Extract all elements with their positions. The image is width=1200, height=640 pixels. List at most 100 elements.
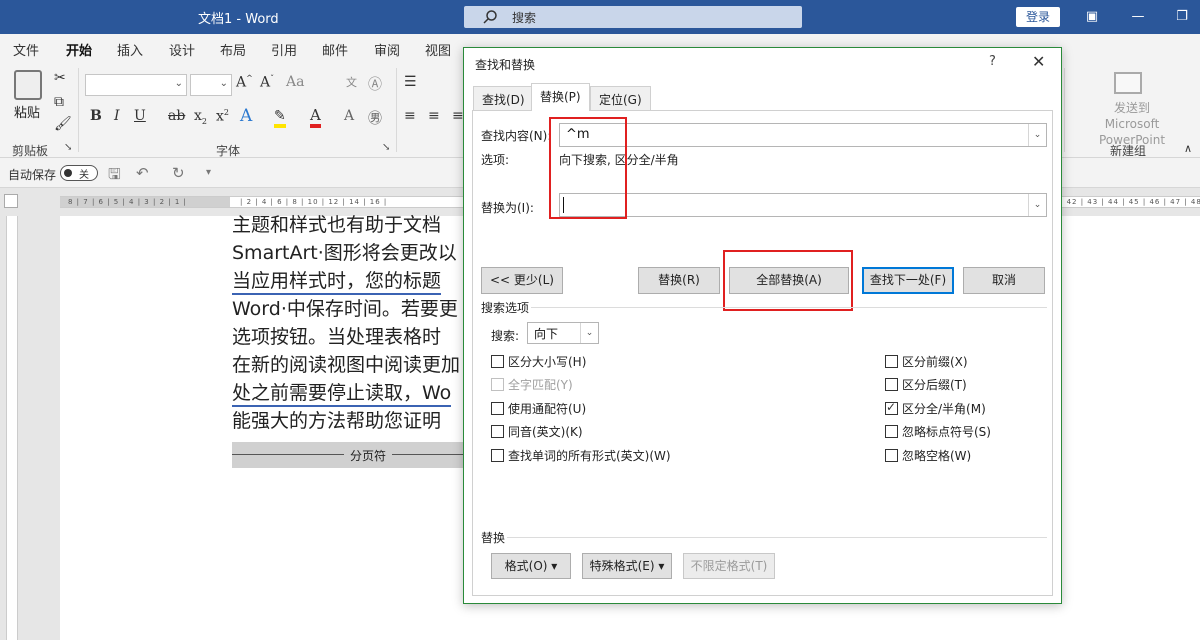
collapse-ribbon-icon[interactable]: ∧ [1184, 142, 1192, 155]
chevron-down-icon[interactable]: ⌄ [1028, 124, 1046, 146]
tab-selector[interactable] [4, 194, 18, 208]
phonetic-guide-icon[interactable]: 文 [346, 74, 357, 90]
doc-line: 当应用样式时，您的标题 [232, 266, 442, 295]
toggle-label: 关 [79, 170, 89, 181]
checkbox-box[interactable] [885, 355, 898, 368]
tab-view[interactable]: 视图 [425, 40, 451, 59]
tab-insert[interactable]: 插入 [117, 40, 143, 59]
highlight-box [549, 117, 627, 219]
align-center-icon[interactable]: ≡ [428, 108, 440, 124]
font-color-icon[interactable]: A [310, 106, 321, 128]
tab-references[interactable]: 引用 [271, 40, 297, 59]
font-launcher-icon[interactable]: ↘ [382, 142, 390, 153]
font-name-box[interactable]: ⌄ [85, 74, 187, 96]
checkbox-box[interactable] [491, 449, 504, 462]
subscript-icon[interactable]: x2 [194, 108, 207, 126]
ribbon-display-icon[interactable]: ▣ [1084, 9, 1100, 25]
bullets-icon[interactable]: ☰ [404, 74, 417, 90]
shrink-font-icon[interactable]: Aˇ [260, 74, 274, 91]
tab-goto[interactable]: 定位(G) [590, 86, 651, 111]
checkbox-ignore-punctuation[interactable]: 忽略标点符号(S) [885, 423, 991, 440]
tab-design[interactable]: 设计 [169, 40, 195, 59]
ruler-left-ticks: 8 | 7 | 6 | 5 | 4 | 3 | 2 | 1 | [68, 198, 187, 206]
checkbox-sounds-like[interactable]: 同音(英文)(K) [491, 423, 583, 440]
checkbox-box[interactable] [491, 355, 504, 368]
enclose-char-icon[interactable]: Ⓐ [368, 74, 382, 94]
tab-review[interactable]: 审阅 [374, 40, 400, 59]
strikethrough-icon[interactable]: ab [168, 108, 185, 124]
checkbox-box[interactable] [885, 425, 898, 438]
undo-icon[interactable]: ↶ [136, 164, 149, 182]
bold-icon[interactable]: B [90, 108, 102, 124]
login-button[interactable]: 登录 [1016, 7, 1060, 27]
checkbox-match-suffix[interactable]: 区分后缀(T) [885, 376, 967, 393]
italic-icon[interactable]: I [114, 108, 120, 124]
replace-input[interactable]: ⌄ [559, 193, 1047, 217]
superscript-icon[interactable]: x2 [216, 108, 229, 125]
text-effects-icon[interactable]: A [240, 106, 252, 126]
format-button[interactable]: 格式(O) ▾ [491, 553, 571, 579]
special-format-button[interactable]: 特殊格式(E) ▾ [582, 553, 672, 579]
checkbox-box[interactable]: ✓ [885, 400, 898, 415]
doc-line: SmartArt·图形将会更改以 [232, 242, 457, 264]
checkbox-ignore-whitespace[interactable]: 忽略空格(W) [885, 447, 971, 464]
format-painter-icon[interactable]: 🖌 [54, 116, 72, 132]
highlight-icon[interactable]: ✎ [274, 108, 286, 128]
tab-replace[interactable]: 替换(P) [531, 83, 590, 111]
minimize-icon[interactable]: — [1130, 9, 1146, 25]
close-icon[interactable]: ✕ [1032, 52, 1045, 71]
align-right-icon[interactable]: ≡ [452, 108, 464, 124]
font-size-box[interactable]: ⌄ [190, 74, 232, 96]
clipboard-launcher-icon[interactable]: ↘ [64, 142, 72, 153]
underline-icon[interactable]: U [134, 108, 146, 124]
checkbox-match-case[interactable]: 区分大小写(H) [491, 353, 586, 370]
checkbox-box[interactable] [885, 378, 898, 391]
tab-find[interactable]: 查找(D) [473, 86, 534, 111]
less-button[interactable]: << 更少(L) [481, 267, 563, 294]
help-icon[interactable]: ? [989, 54, 996, 69]
send-to-ppt-button[interactable]: 发送到 Microsoft PowerPoint [1070, 100, 1194, 148]
copy-icon[interactable]: ⧉ [54, 94, 64, 110]
char-border-icon[interactable]: ㊚ [368, 108, 382, 128]
find-input[interactable]: ^m ⌄ [559, 123, 1047, 147]
search-direction-select[interactable]: 向下 ⌄ [527, 322, 599, 344]
restore-icon[interactable]: ❐ [1174, 9, 1190, 25]
customize-qat-icon[interactable]: ▾ [206, 167, 211, 178]
change-case-icon[interactable]: Aa [286, 74, 304, 90]
checkbox-wildcards[interactable]: 使用通配符(U) [491, 400, 586, 417]
cut-icon[interactable]: ✂ [54, 70, 66, 86]
tab-home[interactable]: 开始 [66, 40, 93, 65]
clipboard-group-label: 剪贴板 [12, 144, 49, 158]
checkbox-box[interactable] [491, 425, 504, 438]
paste-icon[interactable] [14, 70, 42, 100]
chevron-down-icon[interactable]: ⌄ [1028, 194, 1046, 216]
tab-layout[interactable]: 布局 [220, 40, 246, 59]
doc-line: Word·中保存时间。若要更 [232, 298, 458, 320]
align-left-icon[interactable]: ≡ [404, 108, 416, 124]
save-icon[interactable]: 🖫 [108, 164, 121, 189]
checkbox-full-half-width[interactable]: ✓ 区分全/半角(M) [885, 400, 986, 417]
ruler-mid-ticks: | 2 | 4 | 6 | 8 | 10 | 12 | 14 | 16 | [240, 198, 388, 206]
search-options-label: 搜索选项 [481, 301, 530, 315]
char-shading-icon[interactable]: A [344, 108, 354, 124]
no-formatting-button: 不限定格式(T) [683, 553, 775, 579]
autosave-toggle[interactable]: 关 [60, 165, 98, 181]
grow-font-icon[interactable]: A^ [236, 74, 253, 91]
tab-mailings[interactable]: 邮件 [322, 40, 348, 59]
replace-button[interactable]: 替换(R) [638, 267, 720, 294]
powerpoint-icon [1114, 72, 1142, 94]
paste-button[interactable]: 粘贴 [14, 102, 40, 121]
checkbox-match-prefix[interactable]: 区分前缀(X) [885, 353, 968, 370]
checkbox-box[interactable] [491, 402, 504, 415]
dialog-title-bar[interactable]: 查找和替换 ? ✕ [464, 48, 1061, 78]
find-next-button[interactable]: 查找下一处(F) [862, 267, 954, 294]
search-box[interactable]: 搜索 [464, 6, 802, 28]
checkbox-all-word-forms[interactable]: 查找单词的所有形式(英文)(W) [491, 447, 671, 464]
chevron-down-icon[interactable]: ⌄ [580, 323, 598, 343]
redo-icon[interactable]: ↻ [172, 164, 185, 182]
tab-file[interactable]: 文件 [13, 40, 39, 59]
cancel-button[interactable]: 取消 [963, 267, 1045, 294]
vertical-ruler[interactable] [0, 216, 22, 640]
ribbon-separator [396, 68, 397, 152]
checkbox-box[interactable] [885, 449, 898, 462]
